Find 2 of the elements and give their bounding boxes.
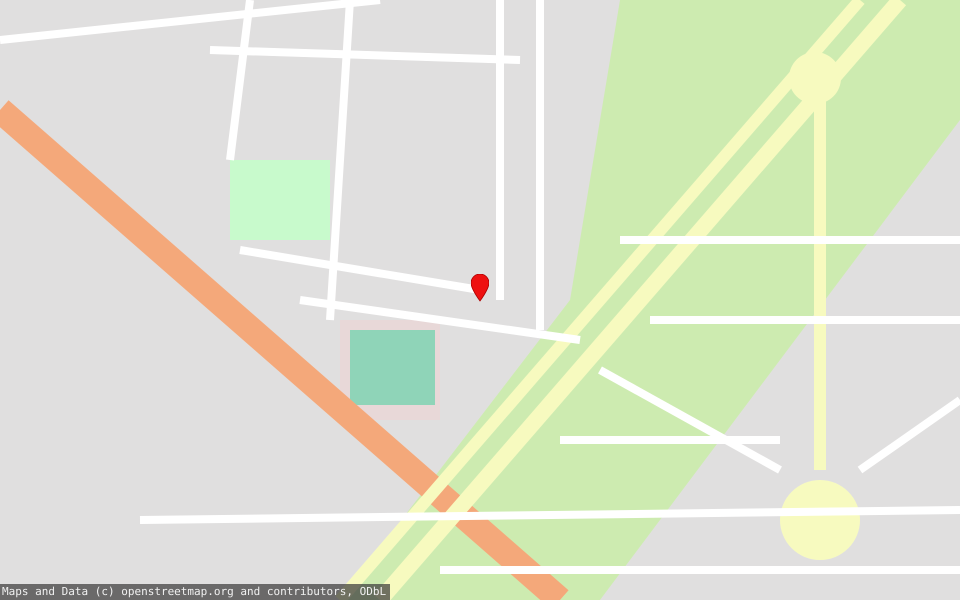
map-attribution: Maps and Data (c) openstreetmap.org and contributors, ODbL [0,584,390,600]
location-pin-icon [471,274,489,302]
